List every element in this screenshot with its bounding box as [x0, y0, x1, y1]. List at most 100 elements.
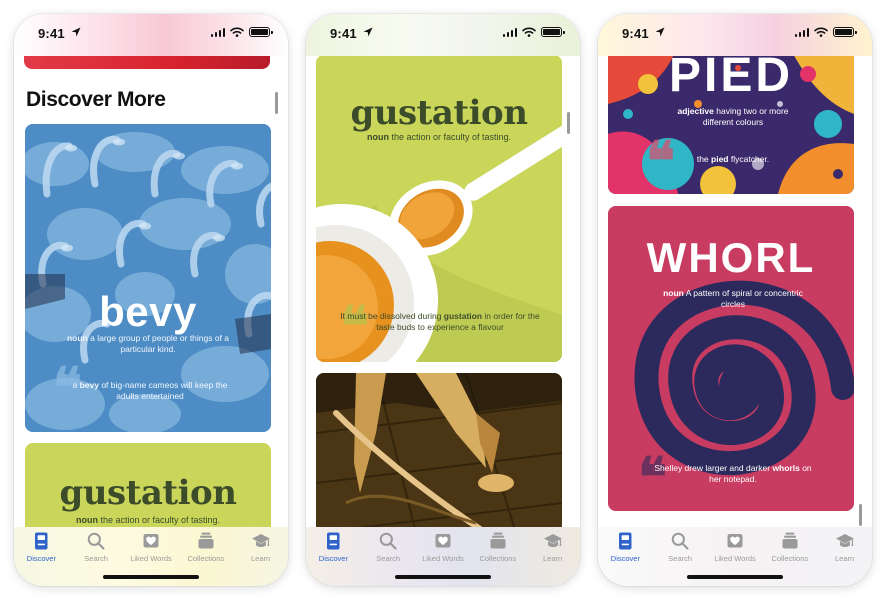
scroll-indicator[interactable]	[275, 92, 278, 114]
word-example: It must be dissolved during gustation in…	[340, 311, 540, 333]
tab-collections[interactable]: Collections	[472, 531, 524, 563]
part-of-speech: noun	[75, 515, 98, 525]
home-indicator[interactable]	[103, 575, 199, 579]
tab-learn[interactable]: Learn	[527, 531, 579, 563]
word-definition: adjective having two or more different c…	[668, 106, 798, 128]
status-bar: 9:41	[598, 14, 872, 56]
tab-bar-items: Discover Search Liked Words Collections Lear…	[306, 531, 580, 563]
tab-bar: Discover Search Liked Words Collections Lear…	[14, 527, 288, 586]
scroll-content[interactable]: ❝ gustation noun the action or faculty o…	[306, 14, 580, 586]
tab-discover[interactable]: Discover	[307, 531, 359, 563]
word-card-photo[interactable]	[316, 373, 562, 533]
search-icon	[670, 531, 690, 551]
example-word: gustation	[443, 311, 483, 321]
tab-learn[interactable]: Learn	[235, 531, 287, 563]
heart-icon	[725, 531, 745, 551]
status-time: 9:41	[622, 26, 649, 41]
tab-search[interactable]: Search	[362, 531, 414, 563]
location-arrow-icon	[363, 27, 373, 37]
part-of-speech: noun	[663, 288, 684, 298]
cellular-signal-icon	[794, 27, 809, 37]
home-indicator[interactable]	[687, 575, 783, 579]
word-title: gustation	[350, 93, 528, 133]
word-definition: noun A pattern of spiral or concentric c…	[658, 288, 808, 310]
tab-label: Discover	[610, 554, 640, 563]
book-icon	[31, 531, 51, 551]
status-icons	[502, 27, 565, 37]
graduation-cap-icon	[835, 531, 855, 551]
tab-discover[interactable]: Discover	[15, 531, 67, 563]
cellular-signal-icon	[210, 27, 225, 37]
tab-label: Learn	[542, 554, 563, 563]
part-of-speech: noun	[366, 132, 389, 142]
tab-label: Discover	[26, 554, 56, 563]
definition-text: a large group of people or things of a p…	[90, 333, 230, 354]
tab-label: Collections	[479, 554, 517, 563]
cellular-signal-icon	[502, 27, 517, 37]
tab-label: Search	[668, 554, 693, 563]
wifi-icon	[814, 27, 828, 37]
tab-collections[interactable]: Collections	[764, 531, 816, 563]
tab-label: Learn	[834, 554, 855, 563]
tab-bar-items: Discover Search Liked Words Collections Lear…	[14, 531, 288, 563]
tab-learn[interactable]: Learn	[819, 531, 871, 563]
word-card-gustation[interactable]: ❝ gustation noun the action or faculty o…	[316, 55, 562, 362]
search-icon	[378, 531, 398, 551]
part-of-speech: noun	[66, 333, 88, 343]
scroll-indicator[interactable]	[859, 504, 862, 526]
section-title: Discover More	[26, 88, 166, 111]
graduation-cap-icon	[543, 531, 563, 551]
heart-icon	[433, 531, 453, 551]
tab-liked[interactable]: Liked Words	[709, 531, 761, 563]
battery-icon	[249, 27, 273, 37]
collections-icon	[196, 531, 216, 551]
status-bar: 9:41	[14, 14, 288, 56]
book-icon	[323, 531, 343, 551]
example-pre: a	[72, 380, 80, 390]
word-card-pied[interactable]: ❝ PIED adjective having two or more diff…	[608, 44, 854, 194]
tab-label: Search	[376, 554, 401, 563]
tab-label: Search	[84, 554, 109, 563]
tab-label: Liked Words	[714, 554, 756, 563]
phone-gustation: ❝ gustation noun the action or faculty o…	[306, 14, 580, 586]
battery-icon	[541, 27, 565, 37]
tab-collections[interactable]: Collections	[180, 531, 232, 563]
tab-bar: Discover Search Liked Words Collections Lear…	[306, 527, 580, 586]
example-word: bevy	[79, 380, 99, 390]
dancer-photo-illustration	[316, 373, 562, 533]
word-title: WHORL	[646, 234, 816, 281]
tab-label: Liked Words	[422, 554, 464, 563]
battery-icon	[833, 27, 857, 37]
home-indicator[interactable]	[395, 575, 491, 579]
definition-text: A pattern of spiral or concentric circle…	[685, 288, 803, 309]
tab-bar: Discover Search Liked Words Collections Lear…	[598, 527, 872, 586]
word-example: a bevy of big-name cameos will keep the …	[67, 380, 233, 402]
definition-text: the action or faculty of tasting.	[391, 132, 512, 142]
tab-label: Collections	[771, 554, 809, 563]
word-definition: noun a large group of people or things o…	[65, 333, 231, 355]
scroll-indicator[interactable]	[567, 112, 570, 134]
wifi-icon	[522, 27, 536, 37]
phone-discover-more: Discover More ❝ bevy noun a large group …	[14, 14, 288, 586]
word-card-bevy[interactable]: ❝ bevy noun a large group of people or t…	[25, 124, 271, 432]
word-title: bevy	[99, 288, 197, 335]
definition-text: having two or more different colours	[702, 106, 789, 127]
definition-text: the action or faculty of tasting.	[100, 515, 221, 525]
scroll-content[interactable]: Discover More ❝ bevy noun a large group …	[14, 14, 288, 586]
part-of-speech: adjective	[677, 106, 714, 116]
screenshot-stage: Discover More ❝ bevy noun a large group …	[0, 0, 888, 600]
word-title: PIED	[668, 49, 794, 102]
word-example: Shelley drew larger and darker whorls on…	[648, 463, 818, 485]
tab-search[interactable]: Search	[70, 531, 122, 563]
tab-search[interactable]: Search	[654, 531, 706, 563]
wifi-icon	[230, 27, 244, 37]
tab-discover[interactable]: Discover	[599, 531, 651, 563]
word-definition: noun the action or faculty of tasting.	[316, 132, 562, 142]
word-card-whorl[interactable]: ❝ WHORL noun A pattern of spiral or conc…	[608, 206, 854, 511]
tab-liked[interactable]: Liked Words	[125, 531, 177, 563]
collections-icon	[780, 531, 800, 551]
status-icons	[210, 27, 273, 37]
tab-liked[interactable]: Liked Words	[417, 531, 469, 563]
tab-label: Learn	[250, 554, 271, 563]
scroll-content[interactable]: ❝ PIED adjective having two or more diff…	[598, 14, 872, 586]
